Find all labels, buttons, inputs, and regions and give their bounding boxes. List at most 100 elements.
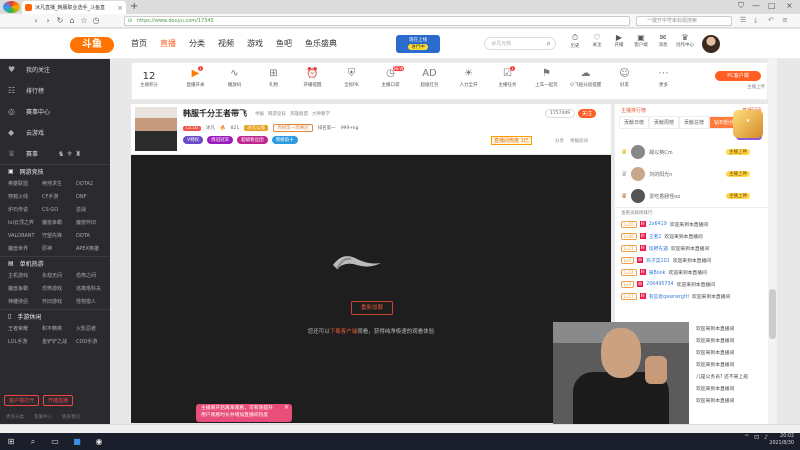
game-link[interactable]: 魔兽世界 (8, 243, 42, 256)
game-link[interactable]: 魔兽怀旧 (76, 217, 110, 230)
game-link[interactable]: 王者荣耀 (8, 323, 42, 336)
messages-button[interactable]: ✉ 消息 (654, 33, 672, 49)
sidebar-section-single-games[interactable]: ▤ 单机热游 (0, 256, 110, 270)
game-link[interactable]: 绝地求生 (42, 178, 76, 191)
menu-icon[interactable]: ≡ (782, 16, 788, 24)
browser-logo-icon[interactable] (3, 1, 20, 13)
chat-username[interactable]: 王者2 (649, 233, 662, 240)
client-button[interactable]: ▣ 客户端 (632, 33, 650, 49)
game-link[interactable]: LOL手游 (8, 336, 42, 349)
upload-link[interactable]: 主播上传 (747, 84, 765, 90)
tool-gift[interactable]: ⊞ 礼物 (254, 68, 293, 88)
bookmark-button[interactable]: ☆ (78, 16, 90, 25)
tool-live-switch[interactable]: ▶ 直播开关 1 (176, 66, 215, 88)
tool-full-power[interactable]: ☀ 人力全开 (449, 68, 488, 88)
windows-start-icon[interactable]: ⊞ (0, 437, 22, 446)
history-button[interactable]: ⏱ 历史 (566, 33, 584, 49)
home-button[interactable]: ⌂ (66, 16, 78, 25)
game-link[interactable]: 怀旧游戏 (42, 296, 76, 309)
game-link[interactable]: 炉石传说 (8, 204, 42, 217)
forward-button[interactable]: › (42, 16, 54, 25)
floating-activity-icon[interactable]: ★ (733, 110, 763, 138)
search-icon[interactable]: ⌕ (547, 38, 551, 50)
footer-link[interactable]: 客服中心 (34, 414, 52, 420)
footer-link[interactable]: 更多分类 (6, 414, 24, 420)
menu-item-home[interactable]: 首页 (131, 38, 147, 49)
download-client-link[interactable]: 下载客户端 (330, 329, 358, 335)
address-bar[interactable]: ⛁ https://www.douyu.com/17345 (124, 16, 630, 26)
skin-icon[interactable]: ⛉ (738, 1, 744, 11)
game-link[interactable]: 魔兽争霸 (42, 217, 76, 230)
anchor-name[interactable]: 冰凡 (206, 125, 215, 131)
sidebar-section-online-games[interactable]: ▣ 网游竞技 (0, 164, 110, 178)
promo-button[interactable]: 进行中 (408, 44, 428, 50)
tool-pk[interactable]: ⛨ 全民PK (332, 68, 371, 88)
anchor-avatar[interactable] (135, 107, 177, 151)
tool-tasks[interactable]: ☑ 主播任务 1 (488, 66, 527, 88)
game-link[interactable]: COD手游 (76, 336, 110, 349)
start-stream-button[interactable]: 开播直播 (43, 395, 74, 406)
game-link[interactable]: 原神 (42, 243, 76, 256)
network-icon[interactable]: ⊡ (754, 434, 759, 441)
menu-item-live[interactable]: 直播 (160, 38, 176, 49)
creator-center-button[interactable]: ♛ 创作中心 (676, 33, 694, 49)
taskbar-app-obs-icon[interactable]: ◉ (88, 437, 110, 446)
chat-username[interactable]: 2x6419 (649, 222, 667, 227)
view-rank-link[interactable]: 查看贡献榜排行 (615, 207, 768, 218)
taskbar-app-browser-icon[interactable]: ■ (66, 437, 88, 446)
menu-item-category[interactable]: 分类 (189, 38, 205, 49)
system-clock[interactable]: 20:02 2021/8/30 (769, 434, 794, 447)
game-link[interactable]: 恐怖之间 (76, 270, 110, 283)
game-link[interactable]: 英雄联盟 (8, 178, 42, 191)
tool-more[interactable]: ⋯ 更多 (644, 68, 683, 88)
game-link[interactable]: 逃离塔科夫 (76, 283, 110, 296)
chat-username[interactable]: 206495734 (646, 282, 673, 287)
maximize-button[interactable]: □ (768, 1, 776, 10)
new-tab-button[interactable]: + (130, 1, 138, 12)
scrollbar-thumb[interactable] (769, 289, 776, 339)
game-link[interactable]: CF手游 (42, 191, 76, 204)
download-icon[interactable]: ⤓ (754, 16, 757, 25)
honor-badge[interactable]: 周榜第一周赛冠 (273, 124, 313, 132)
game-link[interactable]: 金铲铲之战 (42, 336, 76, 349)
volume-icon[interactable]: ♪ (764, 434, 768, 441)
pill-weekly-champion[interactable]: 周冠冠军 (207, 136, 234, 144)
breadcrumb-item[interactable]: 大神教学 (312, 111, 330, 117)
footer-link[interactable]: 联系我们 (62, 414, 80, 420)
pill-weekly-top10[interactable]: 周榜前十 (271, 136, 298, 144)
menu-item-game[interactable]: 游戏 (247, 38, 263, 49)
video-player[interactable]: 重新加载 您还可以下载客户端观看，获得纯净极速的观看体验 主播离开后再来观看，可… (131, 155, 611, 423)
sidebar-item-following[interactable]: ♥ 我的关注 (0, 59, 110, 80)
game-link[interactable]: DNF (76, 191, 110, 204)
tab-daily[interactable]: 贡献日榜 (619, 116, 650, 129)
report-link[interactable]: 举报 (255, 111, 264, 117)
chat-username[interactable]: 有些意qawrwrgttl (649, 293, 689, 300)
promo-banner[interactable]: 现在上线 进行中 (396, 35, 440, 53)
browser-search-input[interactable]: 一键开字符串标题搜索 (636, 16, 732, 26)
game-link[interactable]: VALORANT (8, 230, 42, 243)
game-link[interactable]: lol云顶之弈 (8, 217, 42, 230)
game-link[interactable]: 怪物猎人 (76, 296, 110, 309)
douyu-logo[interactable]: 斗鱼 (70, 37, 114, 53)
follow-list-button[interactable]: ♡ 关注 (588, 33, 606, 49)
anchor-points[interactable]: 12 主播积分 (140, 71, 158, 88)
sidebar-item-ranking[interactable]: ☷ 排行榜 (0, 80, 110, 101)
report-room-button[interactable]: 举报房间 (570, 138, 588, 144)
chat-username[interactable]: 悬Book (649, 269, 666, 276)
close-window-button[interactable]: × (786, 1, 793, 10)
pill-vip[interactable]: V特权 (183, 136, 204, 144)
game-link[interactable]: 和平精英 (42, 323, 76, 336)
go-live-button[interactable]: ▶ 开播 (610, 33, 628, 49)
open-client-button[interactable]: 客户端打开 (4, 395, 40, 406)
reload-button[interactable]: ↻ (54, 16, 66, 25)
tool-spaceship[interactable]: ☁ 小飞船分段提醒 (566, 68, 605, 88)
chat-username[interactable]: 狗子菜101 (646, 257, 670, 264)
follow-button[interactable]: 关注 (578, 109, 597, 118)
share-button[interactable]: 分享 (555, 138, 564, 144)
back-button[interactable]: ‹ (30, 16, 42, 25)
tray-chevron-icon[interactable]: ^ (744, 434, 749, 441)
history-nav-button[interactable]: ◷ (90, 16, 102, 25)
game-link[interactable]: 恐怖游戏 (42, 283, 76, 296)
game-link[interactable]: 魔兽争霸 (8, 283, 42, 296)
close-toast-icon[interactable]: × (284, 404, 289, 412)
